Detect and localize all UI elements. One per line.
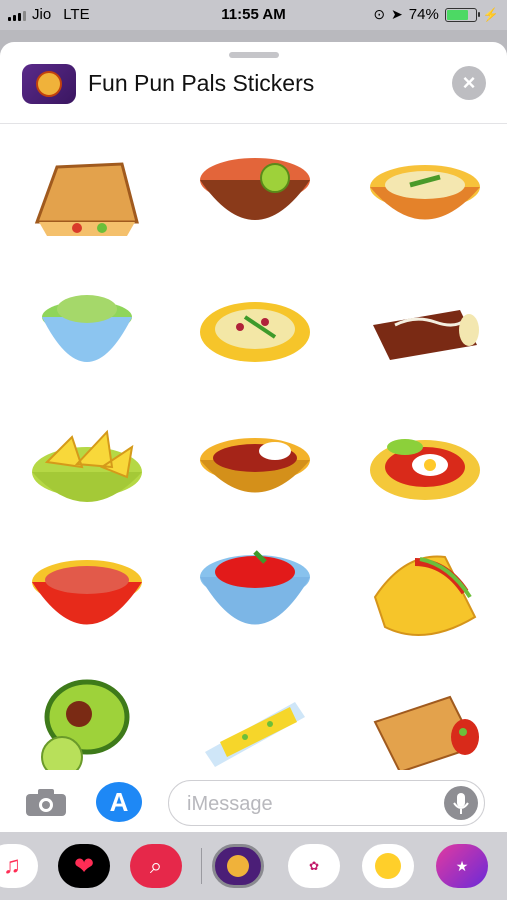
sticker-tortilla-chips-bowl[interactable] — [22, 412, 152, 522]
sticker-chili-bowl-with-sour-cream[interactable] — [190, 412, 320, 522]
fun-pun-pals-icon — [22, 64, 76, 104]
microphone-button[interactable] — [444, 786, 478, 820]
battery-icon — [444, 7, 480, 22]
cool-dude-icon: ★ — [455, 857, 469, 874]
cool-dude-stickers-app[interactable]: ★ — [436, 844, 488, 888]
sticker-grid — [0, 142, 507, 782]
sticker-chocolate-enchilada[interactable] — [360, 277, 490, 387]
sticker-burrito[interactable] — [360, 672, 490, 782]
sticker-avocado-and-lime[interactable] — [22, 672, 152, 782]
sticker-sheet: Fun Pun Pals Stickers × — [0, 42, 507, 832]
heart-icon: ❤ — [73, 852, 95, 880]
sticker-pozole-bowl[interactable] — [22, 542, 152, 652]
search-icon: ⌕ — [149, 853, 163, 878]
3d-emoji-stickers-app[interactable] — [362, 844, 414, 888]
music-app[interactable]: ♫ — [0, 844, 38, 888]
sheet-header: Fun Pun Pals Stickers × — [0, 56, 507, 124]
fun-pun-pals-icon — [227, 855, 249, 877]
image-search-app[interactable]: ⌕ — [130, 844, 182, 888]
app-store-icon: A — [109, 787, 129, 817]
music-icon: ♫ — [3, 852, 21, 879]
digital-touch-app[interactable]: ❤ — [58, 844, 110, 888]
fun-pun-pals-app[interactable] — [212, 844, 264, 888]
sticker-taco[interactable] — [360, 542, 490, 652]
microphone-icon — [453, 793, 469, 814]
sticker-quesadilla[interactable] — [22, 142, 152, 252]
sticker-elote-corn[interactable] — [190, 672, 320, 782]
sheet-title: Fun Pun Pals Stickers — [88, 70, 315, 96]
sticker-guacamole-bowl[interactable] — [22, 277, 152, 387]
battery-percent: 74% — [408, 6, 439, 23]
beautiful-day-icon: ✿ — [308, 859, 320, 873]
compose-bar: A iMessage — [0, 770, 507, 832]
dock-divider — [201, 848, 202, 884]
app-drawer: ♫ ❤ ⌕ ✿ ★ — [0, 832, 507, 900]
camera-icon — [26, 789, 66, 816]
beautiful-day-stickers-app[interactable]: ✿ — [288, 844, 340, 888]
rotation-lock-icon: ⊙ — [373, 6, 386, 22]
sticker-huevos-rancheros[interactable] — [360, 412, 490, 522]
sticker-bean-salad-plate[interactable] — [190, 277, 320, 387]
close-button[interactable]: × — [452, 66, 486, 100]
sticker-rice-bowl-with-peppers[interactable] — [360, 142, 490, 252]
sticker-salsa-bowl[interactable] — [190, 542, 320, 652]
emoji-icon — [375, 853, 401, 879]
status-bar: Jio LTE 11:55 AM ⊙ ➤ 74% ⚡ — [0, 0, 507, 30]
charging-icon: ⚡ — [482, 6, 499, 22]
app-store-button[interactable]: A — [96, 782, 142, 822]
sticker-tortilla-soup-with-lime[interactable] — [190, 142, 320, 252]
location-icon: ➤ — [391, 6, 403, 22]
imessage-input[interactable]: iMessage — [168, 780, 485, 826]
camera-button[interactable] — [24, 786, 68, 818]
imessage-placeholder: iMessage — [187, 793, 273, 815]
close-icon: × — [462, 70, 476, 95]
